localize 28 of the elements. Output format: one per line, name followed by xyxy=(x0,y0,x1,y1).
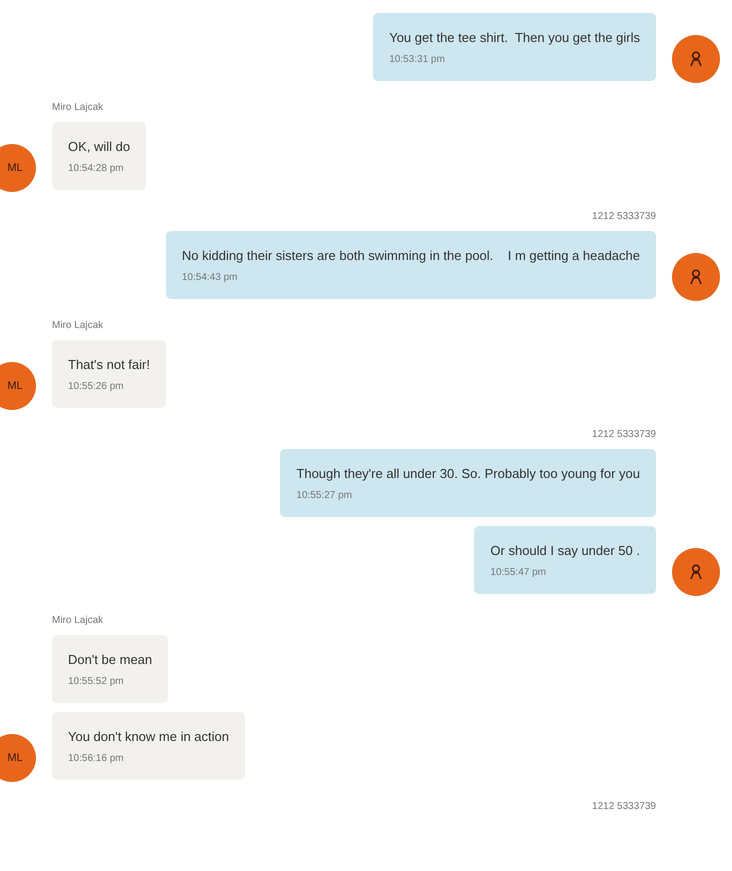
message-time: 10:55:52 pm xyxy=(68,676,125,687)
message-time: 10:54:43 pm xyxy=(182,272,238,283)
sender-name: 1212 5333739 xyxy=(592,801,656,812)
message-text: Don't be mean xyxy=(68,652,152,667)
message-time: 10:55:47 pm xyxy=(490,567,548,578)
message-text: No kidding their sisters are both swimming in the pool. I m getting a headache xyxy=(182,248,640,263)
message-text: Though they're all under 30. So. Probably too young for you xyxy=(296,466,640,481)
person-icon xyxy=(690,269,702,285)
sender-name: Miro Lajcak xyxy=(52,102,104,113)
message-text: You get the tee shirt. Then you get the girls xyxy=(389,30,640,45)
message-text: You don't know me in action xyxy=(68,729,229,744)
sender-name: 1212 5333739 xyxy=(592,211,656,222)
user-avatar: ML xyxy=(0,362,36,410)
user-avatar: ML xyxy=(0,144,36,192)
message-text: Or should I say under 50 . xyxy=(490,543,640,558)
message-time: 10:53:31 pm xyxy=(389,54,446,65)
sender-name: 1212 5333739 xyxy=(592,429,656,440)
message-time: 10:54:28 pm xyxy=(68,163,125,174)
message-text: OK, will do xyxy=(68,139,130,154)
message-time: 10:55:27 pm xyxy=(296,490,354,501)
message-time: 10:56:16 pm xyxy=(68,753,125,764)
sender-name: Miro Lajcak xyxy=(52,320,104,331)
person-icon xyxy=(690,564,702,580)
person-icon xyxy=(690,51,702,67)
sender-name: Miro Lajcak xyxy=(52,615,104,626)
message-time: 10:55:26 pm xyxy=(68,381,125,392)
user-avatar: ML xyxy=(0,734,36,782)
message-text: That's not fair! xyxy=(68,357,150,372)
